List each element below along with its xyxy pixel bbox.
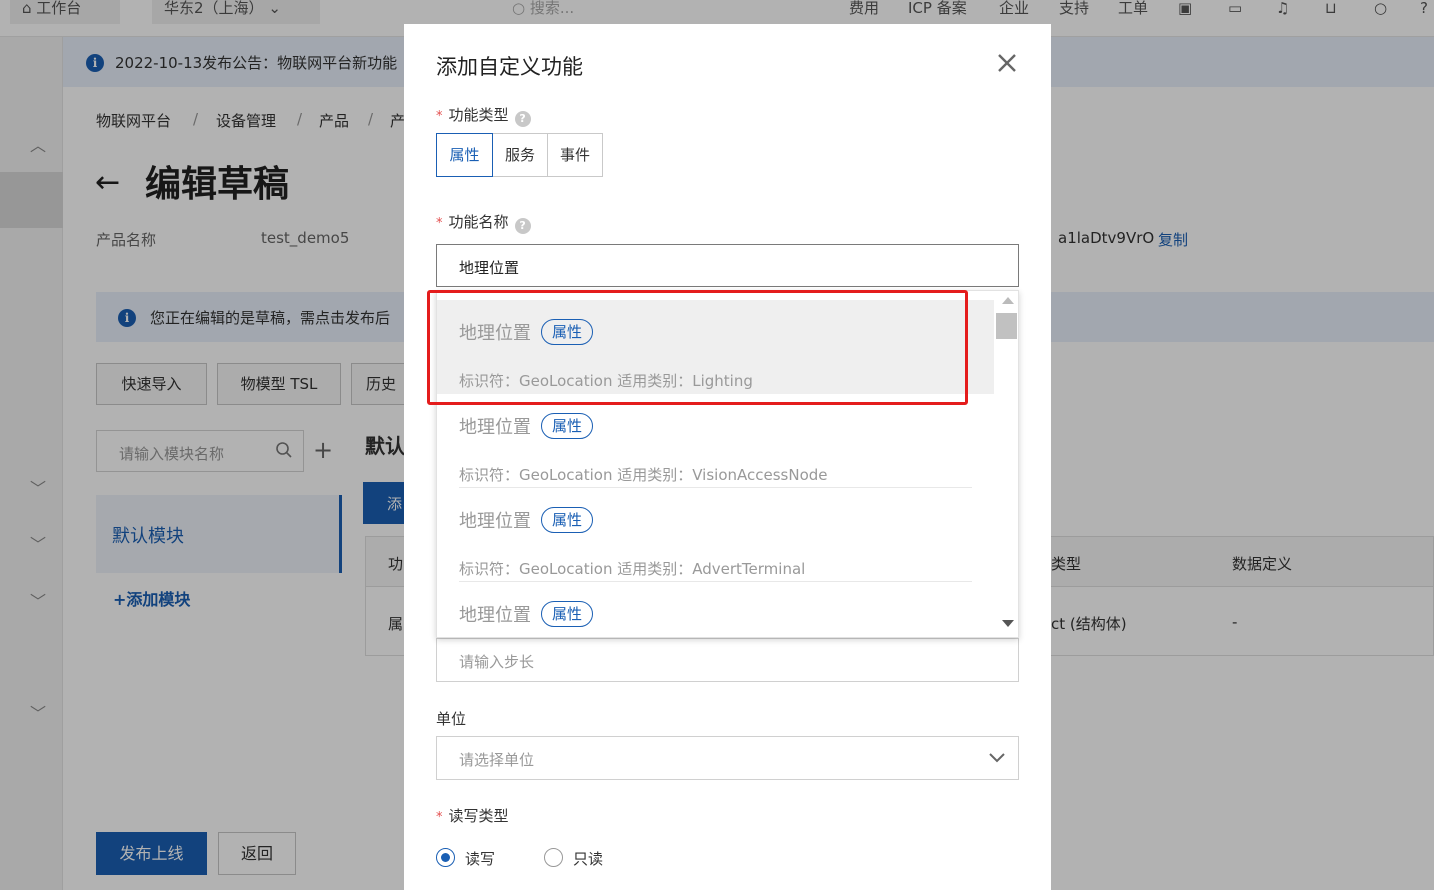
dialog-title: 添加自定义功能 xyxy=(436,55,583,79)
required-mark: * xyxy=(436,810,443,825)
scrollbar-thumb[interactable] xyxy=(996,313,1017,339)
rw-radio-readwrite[interactable] xyxy=(436,848,455,867)
unit-label: 单位 xyxy=(436,710,467,728)
list-item[interactable]: 地理位置 属性 标识符：GeoLocation 适用类别：VisionAcces… xyxy=(437,394,994,488)
rw-type-label: * 读写类型 xyxy=(436,807,509,825)
list-item[interactable]: 地理位置 属性 标识符：GeoLocation 适用类别：AdvertTermi… xyxy=(437,488,994,582)
scroll-down-arrow-icon[interactable] xyxy=(1002,620,1014,627)
type-option-property[interactable]: 属性 xyxy=(436,133,493,177)
type-option-service[interactable]: 服务 xyxy=(492,133,548,177)
list-item[interactable]: 地理位置 属性 xyxy=(437,582,994,637)
suggestion-meta: 标识符：GeoLocation 适用类别：VisionAccessNode xyxy=(459,466,828,484)
suggestion-tag: 属性 xyxy=(541,319,594,345)
rw-radio-readonly[interactable] xyxy=(544,848,563,867)
feature-name-value: 地理位置 xyxy=(459,259,520,277)
scroll-up-arrow-icon[interactable] xyxy=(1002,297,1014,304)
suggestion-name: 地理位置 xyxy=(459,605,531,626)
required-mark: * xyxy=(436,109,443,124)
suggestion-meta: 标识符：GeoLocation 适用类别：Lighting xyxy=(459,372,753,390)
type-option-event[interactable]: 事件 xyxy=(547,133,603,177)
suggestion-tag: 属性 xyxy=(541,413,594,439)
rw-option-label[interactable]: 读写 xyxy=(465,848,495,869)
dropdown-scrollbar[interactable] xyxy=(994,291,1018,637)
required-mark: * xyxy=(436,216,443,231)
help-icon[interactable]: ? xyxy=(514,218,531,234)
unit-select[interactable]: 请选择单位 xyxy=(436,736,1019,780)
feature-name-label: * 功能名称? xyxy=(436,211,531,234)
suggestion-name: 地理位置 xyxy=(459,417,531,438)
chevron-down-icon xyxy=(989,753,1005,763)
rw-option-label[interactable]: 只读 xyxy=(573,848,603,869)
feature-name-input[interactable]: 地理位置 xyxy=(436,244,1019,287)
close-icon[interactable] xyxy=(996,52,1018,74)
feature-type-label: * 功能类型? xyxy=(436,104,531,127)
suggestion-meta: 标识符：GeoLocation 适用类别：AdvertTerminal xyxy=(459,560,806,578)
suggestion-tag: 属性 xyxy=(541,601,594,627)
feature-name-suggestions: 地理位置 属性 标识符：GeoLocation 适用类别：Lighting 地理… xyxy=(436,290,1019,638)
unit-placeholder: 请选择单位 xyxy=(459,751,535,769)
suggestion-tag: 属性 xyxy=(541,507,594,533)
list-item[interactable]: 地理位置 属性 标识符：GeoLocation 适用类别：Lighting xyxy=(437,300,994,394)
suggestion-name: 地理位置 xyxy=(459,323,531,344)
feature-type-group: 属性 服务 事件 xyxy=(436,133,603,177)
step-input[interactable]: 请输入步长 xyxy=(436,638,1019,682)
suggestion-name: 地理位置 xyxy=(459,511,531,532)
help-icon[interactable]: ? xyxy=(514,111,531,127)
step-placeholder: 请输入步长 xyxy=(459,653,535,671)
